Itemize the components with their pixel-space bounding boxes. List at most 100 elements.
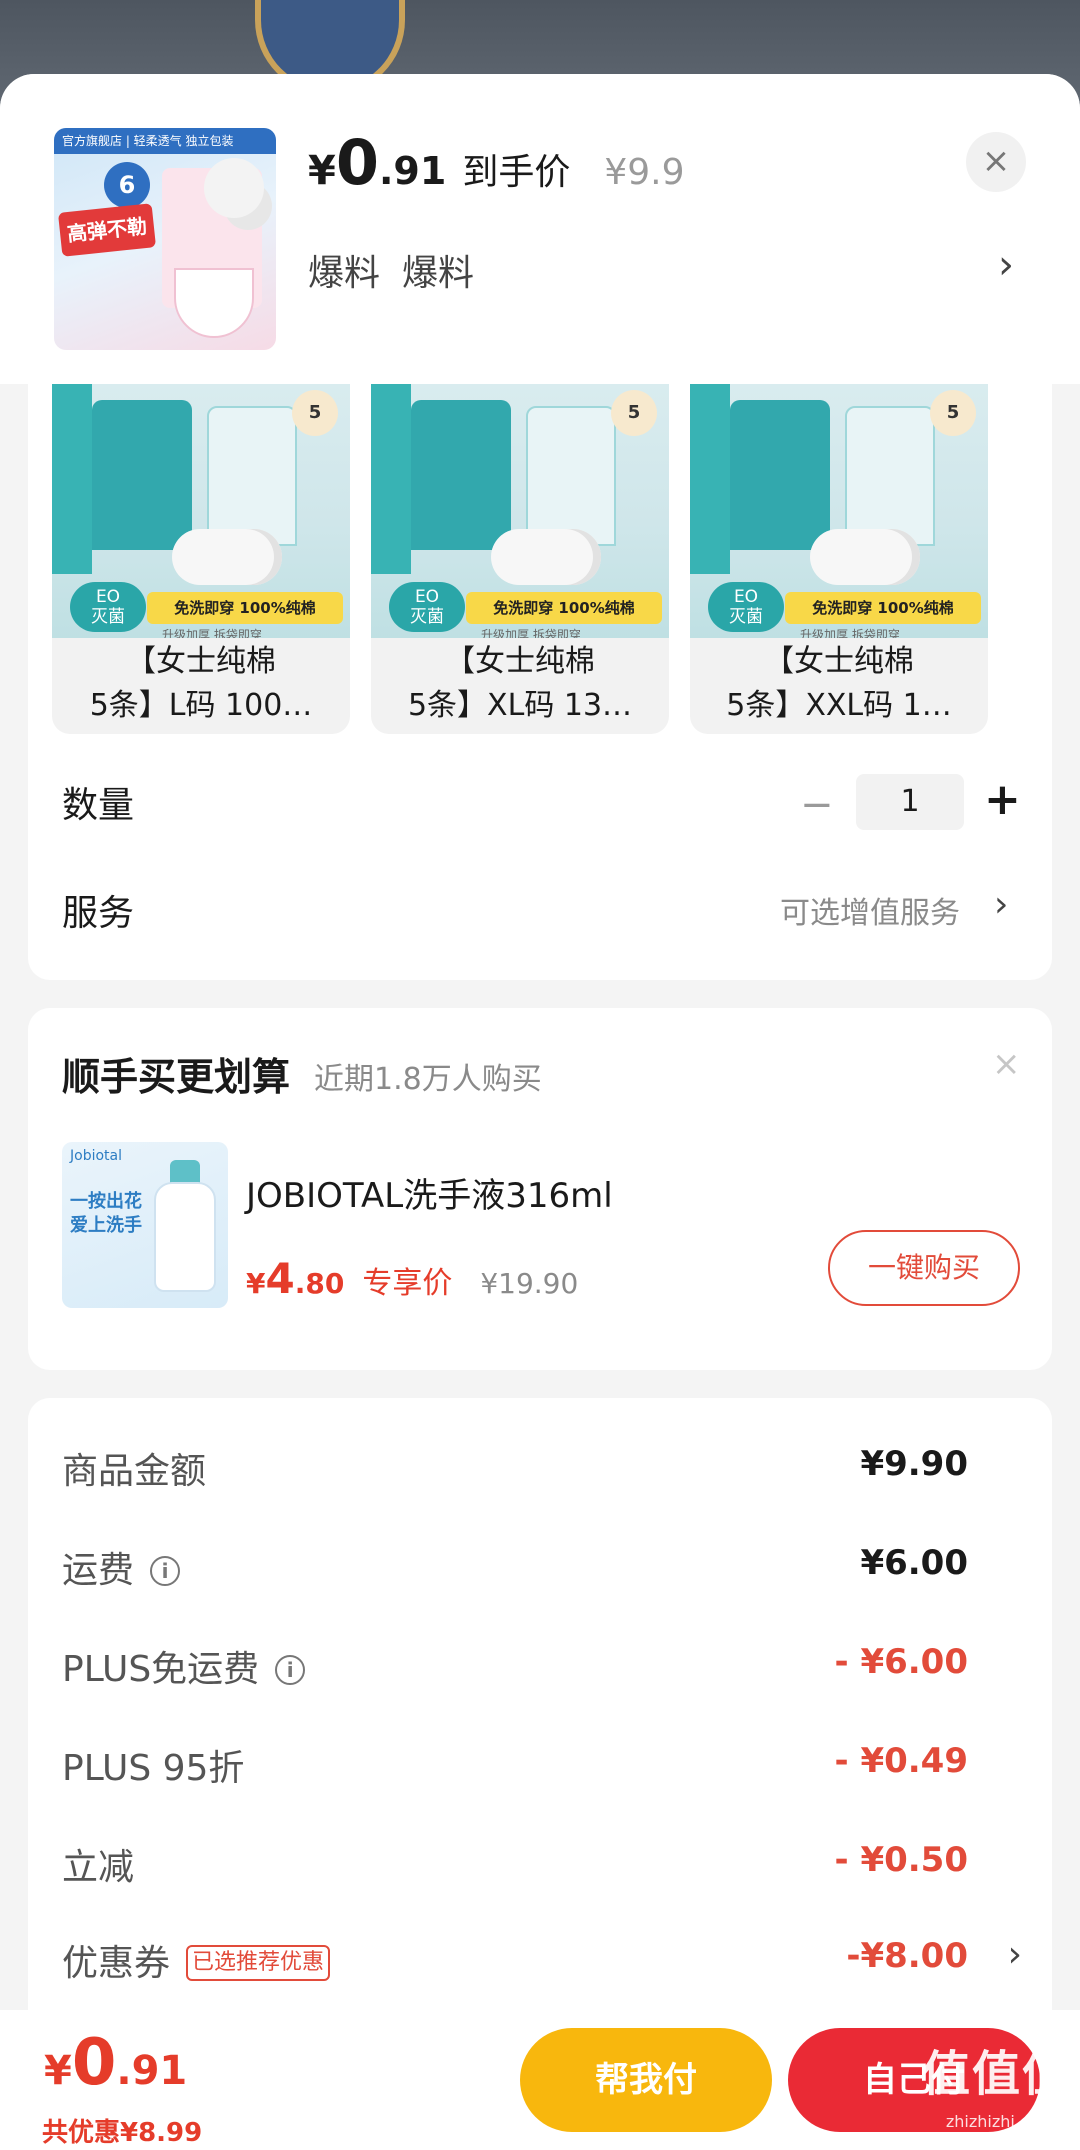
- info-icon[interactable]: i: [275, 1655, 306, 1685]
- cost-value: - ¥6.00: [834, 1642, 969, 1682]
- upsell-price-currency: ¥: [246, 1267, 266, 1300]
- upsell-price: ¥ 4 .80 专享价 ¥19.90: [246, 1254, 578, 1303]
- upsell-price-label: 专享价: [362, 1266, 453, 1301]
- quantity-decrease-button[interactable]: −: [800, 782, 834, 828]
- cost-label: PLUS 95折: [62, 1748, 245, 1789]
- image-bag: [207, 406, 297, 546]
- upsell-image-slogan: 一按出花 爱上洗手: [70, 1190, 142, 1238]
- count-badge: 5: [292, 390, 338, 436]
- variant-image: 5 EO 灭菌 免洗即穿 100%纯棉 升级加厚 拆袋即穿: [690, 384, 988, 638]
- variant-title-line: 5条】L码 100…: [89, 688, 313, 723]
- thumb-red-tag: 高弹不勒: [57, 203, 157, 257]
- total-currency: ¥: [44, 2048, 72, 2094]
- price-integer: 0: [335, 126, 379, 199]
- image-roll: [172, 529, 282, 585]
- info-icon[interactable]: i: [150, 1556, 181, 1586]
- original-price: ¥9.9: [604, 152, 685, 193]
- image-roll: [491, 529, 601, 585]
- thumb-strip-text: 官方旗舰店 | 轻柔透气 独立包装: [54, 128, 276, 154]
- watermark-logo: 值值值: [922, 2046, 1073, 2102]
- purchase-sheet: 官方旗舰店 | 轻柔透气 独立包装 6 高弹不勒 ¥ 0 .91 到手价 ¥9.…: [0, 74, 1080, 2150]
- feature-sub: 升级加厚 拆袋即穿: [800, 628, 900, 638]
- watermark-url: zhizhizhi.com: [945, 2112, 1055, 2131]
- cost-value: - ¥0.49: [834, 1741, 969, 1781]
- upsell-original-price: ¥19.90: [480, 1267, 579, 1300]
- chevron-right-icon[interactable]: ›: [998, 242, 1014, 288]
- cost-label: 优惠券 已选推荐优惠: [62, 1934, 331, 1986]
- eo-badge: EO 灭菌: [70, 582, 146, 632]
- chevron-right-icon[interactable]: ›: [1008, 1934, 1022, 1975]
- price-currency: ¥: [308, 148, 336, 194]
- one-click-buy-button[interactable]: 一键购买: [828, 1230, 1020, 1306]
- close-icon[interactable]: ×: [966, 132, 1026, 192]
- service-label: 服务: [62, 893, 135, 934]
- image-backdrop: [690, 384, 730, 574]
- image-roll: [810, 529, 920, 585]
- service-value[interactable]: 可选增值服务: [780, 888, 960, 932]
- product-thumbnail[interactable]: 官方旗舰店 | 轻柔透气 独立包装 6 高弹不勒: [54, 128, 276, 350]
- cost-row-coupon[interactable]: 优惠券 已选推荐优惠 -¥8.00 ›: [62, 1934, 1022, 1994]
- bottle: [154, 1182, 216, 1292]
- image-bag: [845, 406, 935, 546]
- feature-sub: 升级加厚 拆袋即穿: [481, 628, 581, 638]
- close-icon[interactable]: ×: [992, 1044, 1021, 1084]
- cost-label-text: PLUS免运费: [62, 1649, 260, 1690]
- upsell-product-name[interactable]: JOBIOTAL洗手液316ml: [246, 1168, 613, 1217]
- help-me-pay-button[interactable]: 帮我付: [520, 2028, 772, 2132]
- quantity-input[interactable]: 1: [856, 774, 964, 830]
- slogan-line: 一按出花: [70, 1191, 142, 1212]
- thumb-count-bubble: 6: [104, 162, 150, 208]
- count-badge: 5: [930, 390, 976, 436]
- variant-image: 5 EO 灭菌 免洗即穿 100%纯棉 升级加厚 拆袋即穿: [52, 384, 350, 638]
- cost-label: 商品金额: [62, 1451, 207, 1492]
- variant-option-xxl[interactable]: 5 EO 灭菌 免洗即穿 100%纯棉 升级加厚 拆袋即穿 【女士纯棉 5条】X…: [690, 384, 988, 734]
- slogan-line: 爱上洗手: [70, 1215, 142, 1236]
- chevron-right-icon[interactable]: ›: [994, 884, 1008, 925]
- variant-title: 【女士纯棉 5条】XL码 13…: [371, 638, 669, 728]
- tag-label: 爆料: [308, 253, 381, 294]
- variant-option-l[interactable]: 5 EO 灭菌 免洗即穿 100%纯棉 升级加厚 拆袋即穿 【女士纯棉 5条】L…: [52, 384, 350, 734]
- total-saving: 共优惠¥8.99: [42, 2118, 203, 2148]
- cost-label: PLUS免运费 i: [62, 1640, 306, 1692]
- cost-label: 立减: [62, 1847, 135, 1888]
- upsell-subtitle: 近期1.8万人购买: [314, 1062, 542, 1097]
- cost-row-plus-free-shipping: PLUS免运费 i - ¥6.00: [62, 1640, 1022, 1700]
- cost-value: ¥9.90: [860, 1444, 968, 1484]
- cost-value: ¥6.00: [860, 1543, 968, 1583]
- variant-image: 5 EO 灭菌 免洗即穿 100%纯棉 升级加厚 拆袋即穿: [371, 384, 669, 638]
- eo-badge: EO 灭菌: [389, 582, 465, 632]
- upsell-card: 顺手买更划算 近期1.8万人购买 × Jobiotal 一按出花 爱上洗手 JO…: [28, 1008, 1052, 1370]
- tag-label: 爆料: [402, 253, 475, 294]
- image-backdrop: [52, 384, 92, 574]
- cost-row-plus-discount: PLUS 95折 - ¥0.49: [62, 1739, 1022, 1799]
- variant-title-line: 【女士纯棉: [445, 644, 595, 679]
- cost-row-shipping: 运费 i ¥6.00: [62, 1541, 1022, 1601]
- eo-badge: EO 灭菌: [708, 582, 784, 632]
- checkout-bar: ¥ 0 .91 共优惠¥8.99 帮我付 自己付: [0, 2010, 1080, 2150]
- quantity-increase-button[interactable]: +: [984, 774, 1021, 825]
- image-backdrop: [371, 384, 411, 574]
- cost-value: -¥8.00: [846, 1936, 968, 1976]
- feature-banner: 免洗即穿 100%纯棉: [466, 592, 662, 624]
- thumb-cotton: [204, 158, 264, 218]
- image-bag: [92, 400, 192, 550]
- thumb-pants: [174, 268, 254, 338]
- variant-list: 5 EO 灭菌 免洗即穿 100%纯棉 升级加厚 拆袋即穿 【女士纯棉 5条】L…: [52, 384, 1012, 734]
- cost-value: - ¥0.50: [834, 1840, 969, 1880]
- variant-title-line: 5条】XXL码 1…: [726, 688, 952, 723]
- total-integer: 0: [71, 2026, 117, 2100]
- coupon-tag: 已选推荐优惠: [186, 1945, 331, 1981]
- upsell-product-image[interactable]: Jobiotal 一按出花 爱上洗手: [62, 1142, 228, 1308]
- variant-title: 【女士纯棉 5条】XXL码 1…: [690, 638, 988, 728]
- cost-label-text: 优惠券: [62, 1943, 171, 1984]
- upsell-title: 顺手买更划算: [62, 1055, 291, 1099]
- price-label: 到手价: [462, 152, 571, 193]
- image-bag: [526, 406, 616, 546]
- variant-title-line: 【女士纯棉: [764, 644, 914, 679]
- price-summary: ¥ 0 .91 到手价 ¥9.9: [308, 132, 684, 195]
- upsell-price-decimal: .80: [294, 1267, 345, 1300]
- variant-option-xl[interactable]: 5 EO 灭菌 免洗即穿 100%纯棉 升级加厚 拆袋即穿 【女士纯棉 5条】X…: [371, 384, 669, 734]
- tags-row[interactable]: 爆料 爆料: [308, 244, 474, 296]
- count-badge: 5: [611, 390, 657, 436]
- price-decimal: .91: [378, 149, 447, 193]
